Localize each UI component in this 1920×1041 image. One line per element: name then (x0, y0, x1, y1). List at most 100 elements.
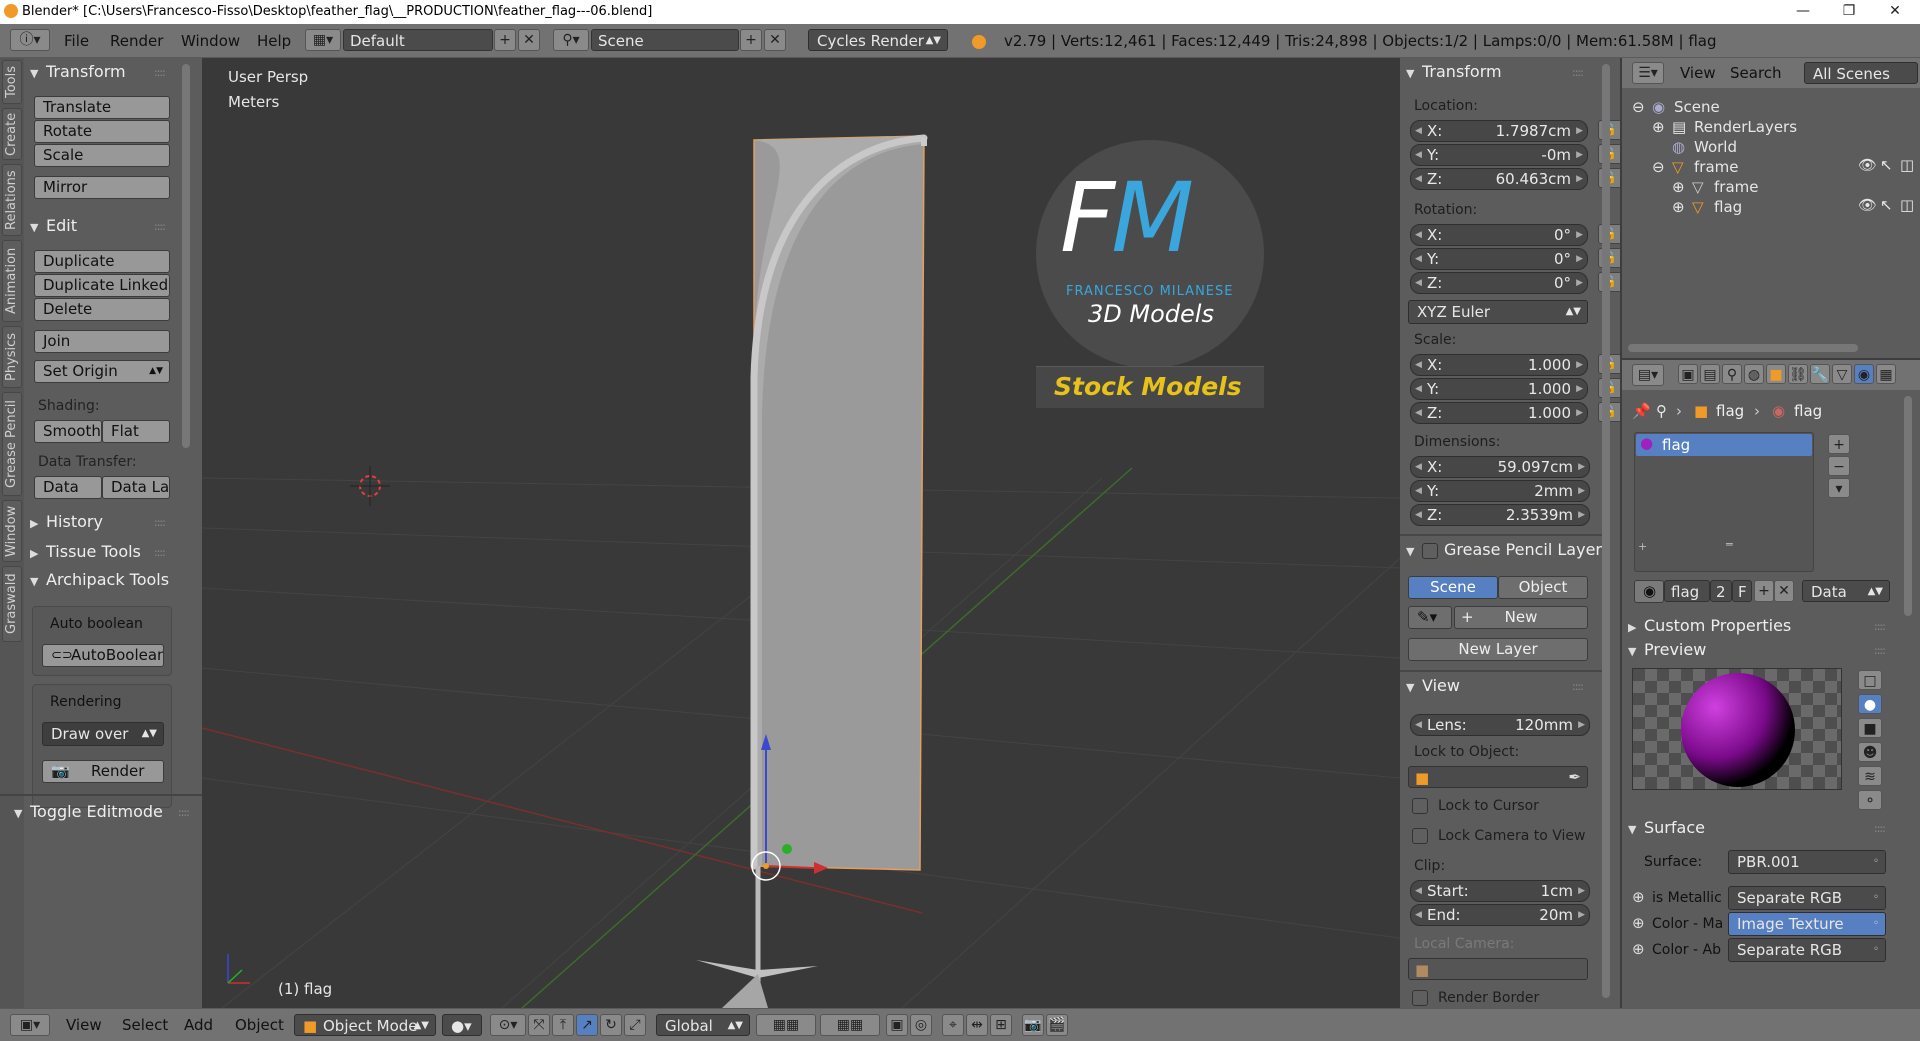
gp-pencil-icon[interactable]: ✎▾ (1408, 606, 1452, 629)
preview-flat-icon[interactable]: □ (1858, 670, 1882, 690)
set-origin-dropdown[interactable]: Set Origin ▲▼ (34, 360, 170, 383)
outliner-search-menu[interactable]: Search (1730, 64, 1782, 82)
snap-element-icon[interactable]: ⇹ (966, 1014, 988, 1036)
3d-viewport[interactable]: User Persp Meters (1) flag FM FRANCESCO … (202, 58, 1400, 1008)
display-mode-dropdown[interactable]: All Scenes (1804, 62, 1918, 84)
panel-preview-header[interactable]: ▼ Preview (1628, 640, 1706, 659)
menu-help[interactable]: Help (257, 32, 291, 50)
dimensions-z-field[interactable]: ◀ Z: 2.3539m ▶ (1410, 504, 1590, 526)
input-metallic-dropdown[interactable]: Separate RGB ◦ (1728, 886, 1886, 910)
expand-icon[interactable]: ⊕ (1632, 914, 1645, 932)
outliner-item-renderlayers[interactable]: RenderLayers (1694, 118, 1797, 136)
panel-grip-icon[interactable]: :::: (154, 546, 166, 559)
add-layout-icon[interactable]: + (494, 29, 516, 51)
translate-manipulator-icon[interactable]: ⤒ (552, 1014, 574, 1036)
lens-field[interactable]: ◀ Lens: 120mm ▶ (1410, 714, 1590, 736)
minimize-button[interactable]: — (1780, 0, 1826, 24)
panel-grip-icon[interactable]: :::: (1572, 680, 1584, 693)
location-z-field[interactable]: ◀ Z: 60.463cm ▶ (1410, 168, 1588, 190)
preview-sphere-icon[interactable]: ● (1858, 694, 1882, 714)
surface-shader-dropdown[interactable]: PBR.001 ◦ (1728, 850, 1886, 874)
scene-field[interactable]: Scene (591, 29, 739, 51)
panel-edit-header[interactable]: ▼ Edit (30, 216, 77, 235)
toggle-editmode-header[interactable]: ▼ Toggle Editmode (14, 802, 163, 821)
panel-grip-icon[interactable]: :::: (1874, 644, 1886, 657)
tab-animation[interactable]: Animation (2, 240, 22, 322)
mirror-button[interactable]: Mirror (34, 176, 170, 199)
transform-orientation-dropdown[interactable]: Global ▲▼ (656, 1014, 750, 1036)
panel-archipack-header[interactable]: ▼ Archipack Tools (30, 570, 169, 589)
new-material-icon[interactable]: + (1754, 580, 1774, 602)
object-tab-icon[interactable]: ■ (1766, 364, 1786, 384)
lock-cursor-checkbox[interactable] (1412, 798, 1428, 814)
select-arrow-icon[interactable]: ↖ (1880, 156, 1893, 174)
preview-spheres-icon[interactable]: ⚬ (1858, 790, 1882, 810)
lock-camera-checkbox[interactable] (1412, 828, 1428, 844)
move-manipulator-icon[interactable]: ↗ (576, 1014, 598, 1036)
close-button[interactable]: ✕ (1872, 0, 1918, 24)
material-link-dropdown[interactable]: Data ▲▼ (1802, 580, 1890, 602)
scene-tab-icon[interactable]: ⚲ (1722, 364, 1742, 384)
modifiers-tab-icon[interactable]: 🔧 (1810, 364, 1830, 384)
panel-n-transform-header[interactable]: ▼ Transform (1406, 62, 1502, 81)
pin-icon[interactable]: 📌 (1632, 402, 1651, 420)
toolshelf-scrollbar[interactable] (182, 64, 190, 448)
add-slot-icon[interactable]: + (1828, 434, 1850, 454)
scale-y-field[interactable]: ◀ Y: 1.000 ▶ (1410, 378, 1588, 400)
panel-grease-pencil-header[interactable]: ▼ Grease Pencil Layer (1406, 540, 1602, 559)
render-camera-icon[interactable]: ◫ (1900, 156, 1914, 174)
lock-layers-icon[interactable]: ▣ (886, 1014, 908, 1036)
smooth-button[interactable]: Smooth (34, 420, 102, 443)
constraints-tab-icon[interactable]: ⛓ (1788, 364, 1808, 384)
properties-region-scrollbar[interactable] (1602, 64, 1610, 998)
duplicate-button[interactable]: Duplicate (34, 250, 170, 273)
menu-add[interactable]: Add (184, 1016, 213, 1034)
join-button[interactable]: Join (34, 330, 170, 353)
editor-type-info-icon[interactable]: ⓘ▾ (10, 29, 50, 51)
rotation-y-field[interactable]: ◀ Y: 0° ▶ (1410, 248, 1588, 270)
proportional-edit-icon[interactable]: ◎ (910, 1014, 932, 1036)
outliner-item-scene[interactable]: Scene (1674, 98, 1720, 116)
preview-monkey-icon[interactable]: ☻ (1858, 742, 1882, 762)
panel-grip-icon[interactable]: :::: (1874, 620, 1886, 633)
remove-slot-icon[interactable]: − (1828, 456, 1850, 476)
add-scene-icon[interactable]: + (740, 29, 762, 51)
expand-icon[interactable]: ⊕ (1652, 118, 1665, 136)
flag-object[interactable] (696, 134, 928, 1008)
layers-grid-2-icon[interactable]: ▦▦ (820, 1014, 880, 1036)
properties-editor-icon[interactable]: ▤▾ (1632, 364, 1664, 386)
material-browse-icon[interactable]: ◉ (1634, 580, 1664, 603)
expand-icon[interactable]: ⊕ (1672, 178, 1685, 196)
location-x-field[interactable]: ◀ X: 1.7987cm ▶ (1410, 120, 1588, 142)
layers-grid-1-icon[interactable]: ▦▦ (756, 1014, 816, 1036)
visibility-eye-icon[interactable]: 👁 (1858, 156, 1877, 174)
world-tab-icon[interactable]: ◍ (1744, 364, 1764, 384)
render-tab-icon[interactable]: ▣ (1678, 364, 1698, 384)
eyedropper-icon[interactable]: ✒ (1568, 768, 1581, 786)
preview-hair-icon[interactable]: ≋ (1858, 766, 1882, 786)
fake-user-toggle[interactable]: F (1732, 580, 1752, 602)
panel-grip-icon[interactable]: :::: (154, 516, 166, 529)
panel-transform-header[interactable]: ▼ Transform (30, 62, 126, 81)
grease-pencil-checkbox[interactable] (1422, 542, 1438, 559)
flat-button[interactable]: Flat (102, 420, 170, 443)
material-slot-name[interactable]: flag (1662, 436, 1690, 454)
tab-window[interactable]: Window (2, 500, 22, 562)
panel-tissue-header[interactable]: ▶ Tissue Tools (30, 542, 141, 561)
tab-grease-pencil[interactable]: Grease Pencil (2, 392, 22, 496)
input-color-ab-dropdown[interactable]: Separate RGB ◦ (1728, 938, 1886, 962)
outliner-view-menu[interactable]: View (1680, 64, 1716, 82)
tab-graswald[interactable]: Graswald (2, 566, 22, 642)
data-transfer-button[interactable]: Data (34, 476, 102, 499)
panel-view-header[interactable]: ▼ View (1406, 676, 1460, 695)
outliner-item-frame[interactable]: frame (1694, 158, 1738, 176)
texture-tab-icon[interactable]: ▦ (1876, 364, 1896, 384)
clip-start-field[interactable]: ◀ Start: 1cm ▶ (1410, 880, 1590, 902)
outliner-item-frame-mesh[interactable]: frame (1714, 178, 1758, 196)
panel-surface-header[interactable]: ▼ Surface (1628, 818, 1705, 837)
panel-grip-icon[interactable]: :::: (154, 66, 166, 79)
material-tab-icon[interactable]: ◉ (1854, 364, 1874, 384)
render-animation-icon[interactable]: 🎬 (1046, 1014, 1068, 1036)
visibility-eye-icon[interactable]: 👁 (1858, 196, 1877, 214)
manipulator-toggle-icon[interactable]: ⤧ (528, 1014, 550, 1036)
